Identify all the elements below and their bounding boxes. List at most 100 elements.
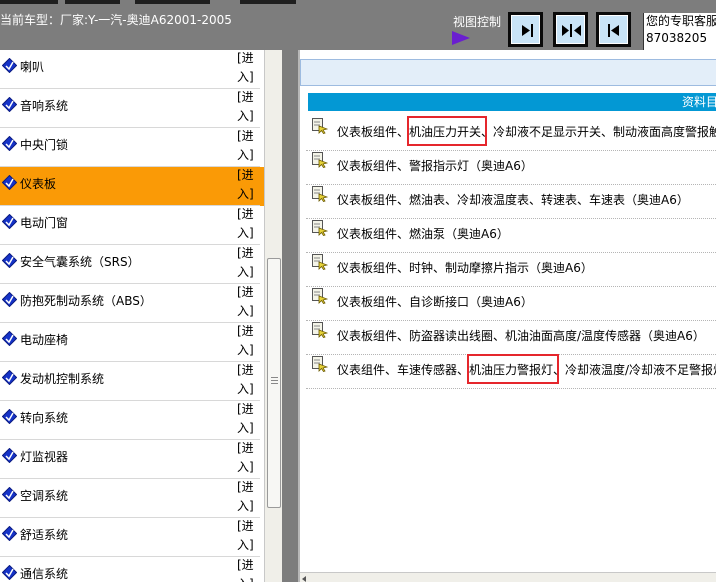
diamond-bullet-icon bbox=[2, 214, 17, 229]
highlight-box bbox=[467, 354, 560, 384]
enter-link[interactable]: [进入] bbox=[237, 400, 261, 438]
diamond-bullet-icon bbox=[2, 370, 17, 385]
view-control-label: 视图控制 bbox=[453, 15, 502, 29]
sidebar-scrollbar[interactable] bbox=[264, 50, 282, 582]
document-icon bbox=[312, 152, 328, 168]
show-right-pane-button[interactable] bbox=[508, 12, 543, 47]
sidebar-item-label: 舒适系统 bbox=[20, 528, 69, 542]
sidebar-item-label: 电动门窗 bbox=[20, 216, 69, 230]
sidebar-item[interactable]: 转向系统 [进入] bbox=[0, 401, 264, 440]
enter-link[interactable]: [进入] bbox=[237, 439, 261, 477]
sidebar-item-label: 转向系统 bbox=[20, 411, 69, 425]
sidebar-item[interactable]: 电动座椅 [进入] bbox=[0, 323, 264, 362]
header-tab-edge bbox=[240, 0, 296, 4]
enter-link[interactable]: [进入] bbox=[237, 322, 261, 360]
customer-service-number: 87038205 bbox=[646, 31, 708, 45]
customer-service-label: 您的专职客服 bbox=[646, 14, 716, 28]
sidebar-item-label: 安全气囊系统（SRS） bbox=[20, 255, 140, 269]
sidebar-item-label: 空调系统 bbox=[20, 489, 69, 503]
highlight-box bbox=[407, 116, 488, 146]
sidebar-item[interactable]: 发动机控制系统 [进入] bbox=[0, 362, 264, 401]
document-row[interactable]: 仪表板组件、自诊断接口（奥迪A6） bbox=[306, 287, 716, 321]
diamond-bullet-icon bbox=[2, 292, 17, 307]
document-icon bbox=[312, 254, 328, 270]
scroll-left-icon[interactable] bbox=[302, 576, 306, 582]
document-title[interactable]: 仪表板组件、警报指示灯（奥迪A6） bbox=[337, 157, 533, 174]
document-icon bbox=[312, 356, 328, 372]
document-row[interactable]: 仪表板组件、机油压力开关、冷却液不足显示开关、制动液面高度警报触 bbox=[306, 117, 716, 151]
split-pane-icon bbox=[562, 24, 581, 37]
diamond-bullet-icon bbox=[2, 409, 17, 424]
document-title[interactable]: 仪表板组件、自诊断接口（奥迪A6） bbox=[337, 293, 533, 310]
content-toolbar bbox=[300, 59, 716, 86]
enter-link[interactable]: [进入] bbox=[237, 50, 261, 87]
scrollbar-thumb[interactable] bbox=[267, 258, 281, 508]
sidebar-item-label: 通信系统 bbox=[20, 567, 69, 581]
diamond-bullet-icon bbox=[2, 487, 17, 502]
diamond-bullet-icon bbox=[2, 175, 17, 190]
diamond-bullet-icon bbox=[2, 526, 17, 541]
sidebar-item[interactable]: 舒适系统 [进入] bbox=[0, 518, 264, 557]
sidebar-item-label: 音响系统 bbox=[20, 99, 69, 113]
diamond-bullet-icon bbox=[2, 331, 17, 346]
document-title[interactable]: 仪表板组件、防盗器读出线圈、机油油面高度/温度传感器（奥迪A6） bbox=[337, 327, 705, 344]
diamond-bullet-icon bbox=[2, 253, 17, 268]
document-icon bbox=[312, 288, 328, 304]
sidebar-item-label: 中央门锁 bbox=[20, 138, 69, 152]
document-title[interactable]: 仪表板组件、机油压力开关、冷却液不足显示开关、制动液面高度警报触 bbox=[337, 123, 716, 140]
sidebar-item[interactable]: 喇叭 [进入] bbox=[0, 50, 264, 89]
data-list-header: 资料目 bbox=[308, 93, 716, 111]
enter-link[interactable]: [进入] bbox=[237, 166, 261, 204]
sidebar-item[interactable]: 电动门窗 [进入] bbox=[0, 206, 264, 245]
document-row[interactable]: 仪表板组件、警报指示灯（奥迪A6） bbox=[306, 151, 716, 185]
document-list-panel: 资料目 仪表板组件、机油压力开关、冷却液不足显示开关、制动液面高度警报触 仪表板组… bbox=[298, 50, 716, 582]
enter-link[interactable]: [进入] bbox=[237, 283, 261, 321]
document-row[interactable]: 仪表板组件、燃油表、冷却液温度表、转速表、车速表（奥迪A6） bbox=[306, 185, 716, 219]
enter-link[interactable]: [进入] bbox=[237, 88, 261, 126]
diamond-bullet-icon bbox=[2, 58, 17, 73]
enter-link[interactable]: [进入] bbox=[237, 361, 261, 399]
sidebar-item[interactable]: 中央门锁 [进入] bbox=[0, 128, 264, 167]
sidebar-item-label: 发动机控制系统 bbox=[20, 372, 105, 386]
sidebar-item[interactable]: 通信系统 [进入] bbox=[0, 557, 264, 582]
document-row[interactable]: 仪表板组件、燃油泵（奥迪A6） bbox=[306, 219, 716, 253]
diamond-bullet-icon bbox=[2, 565, 17, 580]
document-row[interactable]: 仪表板组件、防盗器读出线圈、机油油面高度/温度传感器（奥迪A6） bbox=[306, 321, 716, 355]
sidebar-item-label: 灯监视器 bbox=[20, 450, 69, 464]
diamond-bullet-icon bbox=[2, 136, 17, 151]
sidebar-item[interactable]: 仪表板 [进入] bbox=[0, 167, 264, 206]
split-pane-button[interactable] bbox=[553, 12, 588, 47]
header-tab-edge bbox=[135, 0, 210, 4]
show-left-pane-button[interactable] bbox=[596, 12, 631, 47]
document-title[interactable]: 仪表板组件、时钟、制动摩擦片指示（奥迪A6） bbox=[337, 259, 593, 276]
document-icon bbox=[312, 220, 328, 236]
enter-link[interactable]: [进入] bbox=[237, 244, 261, 282]
sidebar-item-label: 仪表板 bbox=[20, 177, 57, 191]
content-horizontal-scrollbar[interactable] bbox=[300, 572, 716, 582]
current-car-model: 当前车型：厂家:Y-一汽-奥迪A62001-2005 bbox=[0, 13, 232, 27]
document-row[interactable]: 仪表板组件、时钟、制动摩擦片指示（奥迪A6） bbox=[306, 253, 716, 287]
enter-link[interactable]: [进入] bbox=[237, 127, 261, 165]
top-header-bar: 当前车型：厂家:Y-一汽-奥迪A62001-2005 视图控制 您的专职客服 8… bbox=[0, 0, 716, 50]
enter-link[interactable]: [进入] bbox=[237, 205, 261, 243]
show-left-pane-icon bbox=[608, 24, 619, 37]
show-right-pane-icon bbox=[522, 24, 533, 37]
diamond-bullet-icon bbox=[2, 448, 17, 463]
document-title[interactable]: 仪表板组件、燃油泵（奥迪A6） bbox=[337, 225, 509, 242]
sidebar-item-label: 防抱死制动系统（ABS） bbox=[20, 294, 152, 308]
enter-link[interactable]: [进入] bbox=[237, 517, 261, 555]
document-title[interactable]: 仪表板组件、燃油表、冷却液温度表、转速表、车速表（奥迪A6） bbox=[337, 191, 689, 208]
diamond-bullet-icon bbox=[2, 97, 17, 112]
header-tab-edge bbox=[0, 0, 58, 4]
header-tab-edge bbox=[65, 0, 120, 4]
sidebar-item-label: 电动座椅 bbox=[20, 333, 69, 347]
customer-service-box: 您的专职客服 87038205 bbox=[643, 13, 716, 50]
enter-link[interactable]: [进入] bbox=[237, 556, 261, 582]
sidebar-item[interactable]: 安全气囊系统（SRS） [进入] bbox=[0, 245, 264, 284]
sidebar-item[interactable]: 防抱死制动系统（ABS） [进入] bbox=[0, 284, 264, 323]
sidebar-item[interactable]: 灯监视器 [进入] bbox=[0, 440, 264, 479]
sidebar-item[interactable]: 音响系统 [进入] bbox=[0, 89, 264, 128]
enter-link[interactable]: [进入] bbox=[237, 478, 261, 516]
sidebar-item[interactable]: 空调系统 [进入] bbox=[0, 479, 264, 518]
pane-divider[interactable] bbox=[282, 50, 298, 582]
